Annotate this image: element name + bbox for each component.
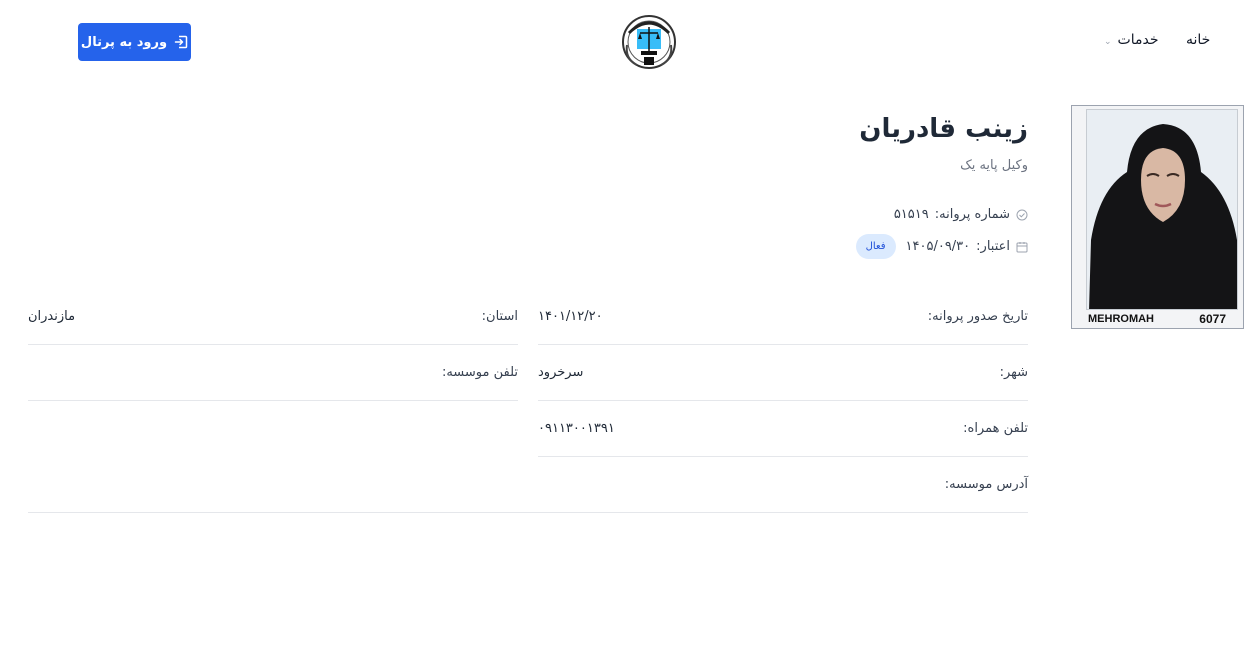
portal-login-button[interactable]: ورود به پرتال <box>78 23 191 61</box>
calendar-icon <box>1016 241 1028 253</box>
issue-date-label: تاریخ صدور پروانه: <box>927 309 1028 324</box>
portrait-image <box>1086 109 1238 310</box>
nav-home-link[interactable]: خانه <box>1186 32 1210 48</box>
check-circle-icon <box>1016 209 1028 221</box>
mobile-field: تلفن همراه: ۰۹۱۱۳۰۰۱۳۹۱ <box>538 401 1028 457</box>
license-number: ۵۱۵۱۹ <box>893 207 929 222</box>
portal-login-label: ورود به پرتال <box>80 34 168 50</box>
mobile-value: ۰۹۱۱۳۰۰۱۳۹۱ <box>538 421 615 436</box>
lawyer-name: زینب قادریان <box>859 114 1028 144</box>
issue-date-value: ۱۴۰۱/۱۲/۲۰ <box>538 309 603 324</box>
login-icon <box>174 35 188 49</box>
province-label: استان: <box>481 309 518 324</box>
lawyer-title: وکیل پایه یک <box>960 158 1028 173</box>
province-field: استان: مازندران <box>28 289 518 345</box>
status-badge: فعال <box>855 234 896 259</box>
photo-caption-number: 6077 <box>1199 311 1226 326</box>
institute-phone-label: تلفن موسسه: <box>441 365 518 380</box>
validity-date: ۱۴۰۵/۰۹/۳۰ <box>905 239 971 254</box>
photo-caption-text: MEHROMAH <box>1088 312 1154 325</box>
chevron-down-icon: ⌄ <box>1104 36 1112 47</box>
license-label: شماره پروانه: <box>934 207 1010 222</box>
province-value: مازندران <box>28 309 76 324</box>
photo-caption: MEHROMAH 6077 <box>1086 310 1238 327</box>
lawyer-photo: MEHROMAH 6077 <box>1071 105 1244 329</box>
city-label: شهر: <box>999 365 1028 380</box>
license-number-row: شماره پروانه: ۵۱۵۱۹ <box>894 207 1028 222</box>
institute-phone-field: تلفن موسسه: <box>28 345 518 401</box>
validity-label: اعتبار: <box>976 239 1010 254</box>
address-field: آدرس موسسه: <box>28 457 1028 513</box>
issue-date-field: تاریخ صدور پروانه: ۱۴۰۱/۱۲/۲۰ <box>538 289 1028 345</box>
validity-row: اعتبار: ۱۴۰۵/۰۹/۳۰ فعال <box>855 234 1028 259</box>
nav-services-menu[interactable]: ⌄ خدمات <box>1104 32 1159 48</box>
city-field: شهر: سرخرود <box>538 345 1028 401</box>
address-label: آدرس موسسه: <box>944 477 1028 492</box>
mobile-label: تلفن همراه: <box>963 421 1028 436</box>
city-value: سرخرود <box>538 365 584 380</box>
bar-association-logo <box>619 11 679 71</box>
nav-services-label: خدمات <box>1117 32 1159 48</box>
